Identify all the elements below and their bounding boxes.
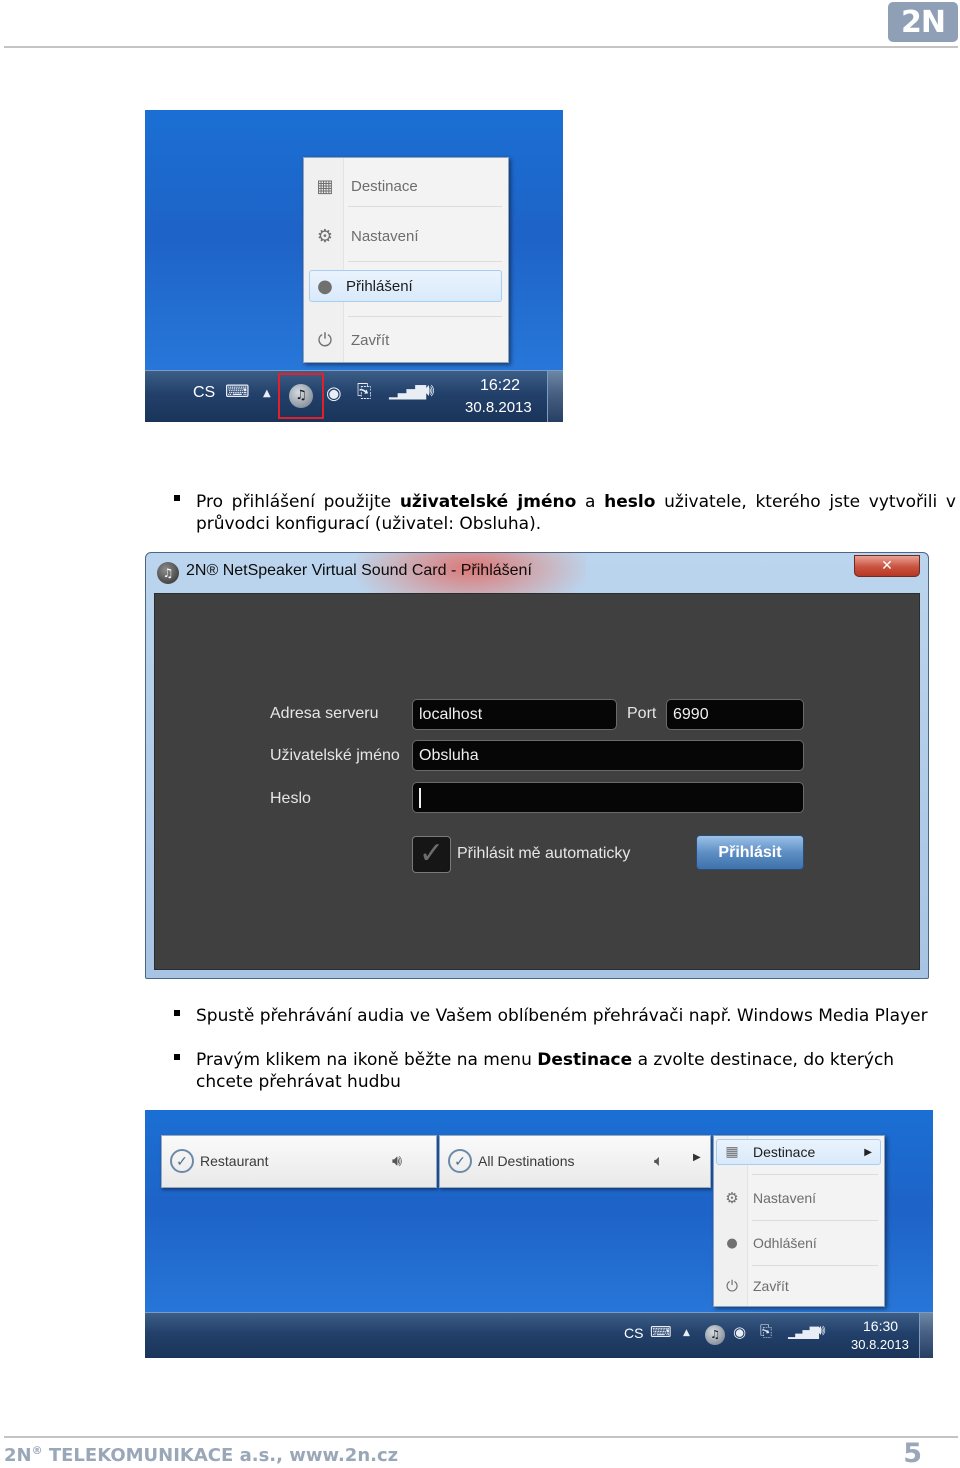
show-hidden-icons-icon[interactable]: ▲ <box>263 389 271 399</box>
password-input[interactable] <box>412 782 804 813</box>
clock-date[interactable]: 30.8.2013 <box>465 399 532 416</box>
app-icon: ♫ <box>157 562 179 584</box>
network-signal-icon[interactable]: ▁▃▅▇ <box>389 385 426 399</box>
drive-icon[interactable]: ◉ <box>733 1325 746 1340</box>
username-input[interactable]: Obsluha <box>412 740 804 771</box>
keyboard-icon[interactable]: ⌨ <box>225 384 250 401</box>
gears-icon: ⚙ <box>316 225 334 247</box>
taskbar: CS ⌨ ▲ ♫ ◉ ⎘ ▁▃▅▇ 🔊︎ 16:30 30.8.2013 <box>145 1312 933 1358</box>
login-form: Adresa serveru localhost Port 6990 Uživa… <box>154 593 920 970</box>
language-indicator[interactable]: CS <box>193 384 215 402</box>
user-icon: ● <box>317 275 333 297</box>
show-hidden-icons-icon[interactable]: ▲ <box>683 1329 690 1338</box>
destinations-icon: ▦ <box>725 1144 739 1160</box>
text-caret <box>419 787 421 808</box>
server-address-label: Adresa serveru <box>270 705 379 722</box>
netspeaker-app-icon[interactable]: ♫ <box>289 384 313 408</box>
show-desktop-button[interactable] <box>919 1313 933 1358</box>
menu-item-odhlaseni[interactable]: ● Odhlášení <box>717 1222 881 1264</box>
clock-date[interactable]: 30.8.2013 <box>851 1337 909 1352</box>
instruction-select-destination: Pravým klikem na ikoně běžte na menu Des… <box>196 1050 895 1092</box>
menu-item-zavrit[interactable]: ⏻ Zavřít <box>717 1267 881 1305</box>
volume-icon[interactable]: 🔊︎ <box>423 382 434 400</box>
screenshot-tray-menu: ▦ Destinace ⚙ Nastavení ● Přihlášení ⏻ Z… <box>145 110 563 422</box>
menu-item-destinace[interactable]: ▦ Destinace <box>307 161 505 211</box>
destination-tile-restaurant[interactable]: ✓ Restaurant 🔊︎ <box>161 1135 437 1188</box>
login-window: ♫ 2N® NetSpeaker Virtual Sound Card - Př… <box>145 552 929 979</box>
destination-tile-all[interactable]: ✓ All Destinations 🔈︎ ▶ <box>439 1135 711 1188</box>
menu-item-prihlaseni[interactable]: ● Přihlášení <box>309 270 502 302</box>
footer-divider <box>4 1436 958 1438</box>
taskbar: CS ⌨ ▲ ♫ ◉ ⎘ ▁▃▅▇ 🔊︎ 16:22 30.8.2013 <box>145 370 563 422</box>
clock-time[interactable]: 16:22 <box>480 377 520 395</box>
company-logo: 2N <box>888 2 958 42</box>
close-button[interactable]: ✕ <box>854 555 920 577</box>
auto-login-checkbox[interactable]: ✓ <box>412 836 451 873</box>
submenu-arrow-icon: ▶ <box>693 1152 701 1163</box>
bullet-marker <box>174 1054 180 1060</box>
power-icon: ⏻ <box>726 1277 738 1295</box>
auto-login-label: Přihlásit mě automaticky <box>457 845 631 862</box>
power-icon: ⏻ <box>317 329 333 351</box>
gears-icon: ⚙ <box>725 1189 739 1207</box>
drive-icon[interactable]: ◉ <box>326 385 342 403</box>
user-icon: ● <box>726 1235 738 1251</box>
instruction-login: Pro přihlášení použijte uživatelské jmén… <box>196 492 956 534</box>
port-label: Port <box>627 705 657 722</box>
keyboard-icon[interactable]: ⌨ <box>650 1325 672 1340</box>
bullet-marker <box>174 1010 180 1016</box>
window-title: 2N® NetSpeaker Virtual Sound Card - Přih… <box>186 562 532 579</box>
check-icon: ✓ <box>170 1149 194 1173</box>
port-input[interactable]: 6990 <box>666 699 804 730</box>
speaker-icon: 🔊︎ <box>392 1151 403 1170</box>
menu-item-destinace[interactable]: ▦ Destinace ▶ <box>716 1139 881 1165</box>
safely-remove-icon[interactable]: ⎘ <box>357 383 371 401</box>
destinations-context-menu: ▦ Destinace ▶ ⚙ Nastavení ● Odhlášení ⏻ … <box>713 1135 885 1307</box>
menu-item-nastaveni[interactable]: ⚙ Nastavení <box>717 1176 881 1220</box>
check-icon: ✓ <box>448 1149 472 1173</box>
speaker-icon: 🔈︎ <box>654 1151 664 1170</box>
password-label: Heslo <box>270 790 311 807</box>
tray-context-menu: ▦ Destinace ⚙ Nastavení ● Přihlášení ⏻ Z… <box>303 157 509 363</box>
submenu-arrow-icon: ▶ <box>864 1146 872 1158</box>
clock-time[interactable]: 16:30 <box>863 1318 898 1334</box>
safely-remove-icon[interactable]: ⎘ <box>760 1324 772 1339</box>
instruction-play-audio: Spustě přehrávání audia ve Vašem oblíben… <box>196 1006 928 1026</box>
netspeaker-app-icon[interactable]: ♫ <box>705 1325 725 1345</box>
header-divider <box>4 46 958 48</box>
language-indicator[interactable]: CS <box>624 1325 643 1341</box>
page-number: 5 <box>903 1438 922 1468</box>
menu-item-nastaveni[interactable]: ⚙ Nastavení <box>307 211 505 261</box>
server-address-input[interactable]: localhost <box>412 699 617 730</box>
destinations-icon: ▦ <box>316 175 334 197</box>
login-button[interactable]: Přihlásit <box>696 835 804 870</box>
username-label: Uživatelské jméno <box>270 747 400 764</box>
network-signal-icon[interactable]: ▁▃▅▇ <box>788 1326 819 1338</box>
footer-company: 2N® TELEKOMUNIKACE a.s., www.2n.cz <box>4 1444 399 1466</box>
bullet-marker <box>174 495 180 501</box>
show-desktop-button[interactable] <box>547 371 563 422</box>
volume-icon[interactable]: 🔊︎ <box>816 1323 825 1338</box>
screenshot-destinations-menu: ✓ Restaurant 🔊︎ ✓ All Destinations 🔈︎ ▶ … <box>145 1110 933 1358</box>
menu-item-zavrit[interactable]: ⏻ Zavřít <box>307 318 505 362</box>
